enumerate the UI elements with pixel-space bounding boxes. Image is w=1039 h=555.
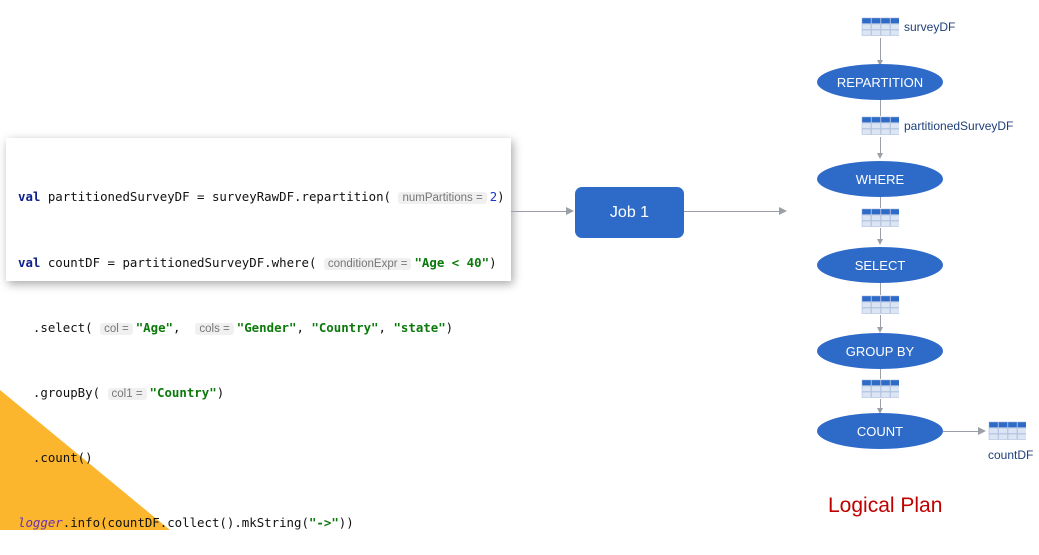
param-hint: numPartitions = bbox=[398, 192, 487, 205]
connector bbox=[880, 283, 881, 295]
arrow-head bbox=[779, 207, 787, 215]
label-countdf: countDF bbox=[988, 448, 1034, 462]
code-text: , bbox=[173, 319, 196, 335]
code-text: .info(countDF.collect().mkString( bbox=[62, 514, 309, 530]
param-hint: col1 = bbox=[107, 387, 147, 400]
node-label: SELECT bbox=[854, 257, 906, 273]
dataframe-icon bbox=[861, 17, 900, 37]
string-literal: "Gender" bbox=[236, 319, 297, 335]
arrow-job-to-plan bbox=[684, 211, 780, 212]
dataframe-icon bbox=[861, 116, 900, 136]
code-text: , bbox=[296, 319, 312, 335]
code-text: )) bbox=[338, 514, 354, 530]
code-text: ) bbox=[489, 254, 497, 270]
code-block: val partitionedSurveyDF = surveyRawDF.re… bbox=[18, 143, 505, 555]
connector-head bbox=[877, 153, 883, 159]
code-line-2: val countDF = partitionedSurveyDF.where(… bbox=[18, 252, 505, 274]
connector bbox=[880, 137, 881, 153]
code-line-4: .groupBy( col1 = "Country") bbox=[18, 382, 505, 404]
node-group-by: GROUP BY bbox=[817, 333, 943, 369]
node-label: COUNT bbox=[856, 423, 904, 439]
dataframe-icon bbox=[861, 295, 900, 315]
connector bbox=[880, 38, 881, 60]
dataframe-icon bbox=[861, 379, 900, 399]
arrow-head bbox=[566, 207, 574, 215]
node-where: WHERE bbox=[817, 161, 943, 197]
keyword: val bbox=[18, 189, 41, 205]
code-line-3: .select( col = "Age", cols = "Gender", "Co… bbox=[18, 317, 505, 339]
logger-identifier: logger bbox=[18, 514, 63, 530]
code-text: ) bbox=[497, 189, 505, 205]
string-literal: "->" bbox=[308, 514, 339, 530]
node-select: SELECT bbox=[817, 247, 943, 283]
connector-head bbox=[877, 239, 883, 245]
node-count: COUNT bbox=[817, 413, 943, 449]
arrow-head bbox=[978, 427, 986, 435]
code-text: .count() bbox=[18, 449, 93, 465]
node-repartition: REPARTITION bbox=[817, 64, 943, 100]
connector bbox=[880, 100, 881, 116]
connector bbox=[880, 399, 881, 408]
connector bbox=[880, 369, 881, 379]
dataframe-icon bbox=[861, 208, 900, 228]
code-text: .select( bbox=[18, 319, 101, 335]
code-text: countDF = partitionedSurveyDF.where( bbox=[40, 254, 324, 270]
code-line-6: logger.info(countDF.collect().mkString("… bbox=[18, 512, 505, 534]
string-literal: "Country" bbox=[149, 384, 217, 400]
code-text: .groupBy( bbox=[18, 384, 108, 400]
param-hint: col = bbox=[100, 322, 133, 335]
code-text: ) bbox=[445, 319, 454, 335]
node-label: WHERE bbox=[855, 171, 905, 187]
code-text: ) bbox=[216, 384, 225, 400]
connector bbox=[880, 315, 881, 327]
logical-plan-title: Logical Plan bbox=[828, 494, 943, 517]
param-hint: cols = bbox=[195, 322, 234, 335]
job-1-box: Job 1 bbox=[575, 187, 684, 238]
string-literal: "Age < 40" bbox=[414, 254, 490, 270]
code-text: partitionedSurveyDF = surveyRawDF.repart… bbox=[40, 189, 399, 205]
code-line-1: val partitionedSurveyDF = surveyRawDF.re… bbox=[18, 186, 505, 208]
code-text: , bbox=[378, 319, 394, 335]
connector bbox=[880, 228, 881, 239]
label-partitionedsurveydf: partitionedSurveyDF bbox=[904, 119, 1014, 133]
keyword: val bbox=[18, 254, 41, 270]
param-hint: conditionExpr = bbox=[323, 257, 412, 270]
job-label: Job 1 bbox=[609, 203, 650, 221]
string-literal: "Age" bbox=[135, 319, 173, 335]
arrow-code-to-job bbox=[511, 211, 567, 212]
dataframe-icon bbox=[988, 421, 1027, 441]
node-label: REPARTITION bbox=[836, 74, 924, 90]
string-literal: "Country" bbox=[311, 319, 379, 335]
label-surveydf: surveyDF bbox=[904, 20, 956, 34]
arrow-count-to-result bbox=[943, 431, 979, 432]
string-literal: "state" bbox=[393, 319, 446, 335]
node-label: GROUP BY bbox=[845, 343, 915, 359]
connector bbox=[880, 197, 881, 208]
code-line-5: .count() bbox=[18, 447, 505, 469]
